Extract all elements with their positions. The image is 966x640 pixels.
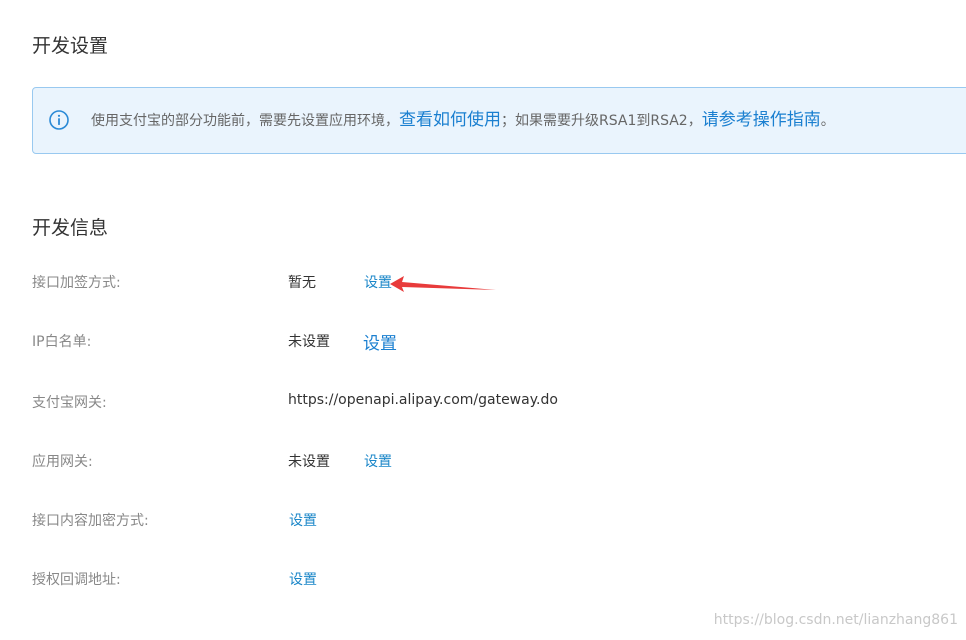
content-encrypt-set-link[interactable]: 设置 — [289, 510, 317, 530]
app-gateway-label: 应用网关: — [32, 454, 93, 470]
operation-guide-link[interactable]: 请参考操作指南 — [702, 110, 821, 130]
app-gateway-value: 未设置 — [288, 454, 330, 470]
content-encrypt-label: 接口内容加密方式: — [32, 513, 149, 529]
sign-method-value: 暂无 — [288, 275, 316, 291]
ip-whitelist-set-link[interactable]: 设置 — [363, 329, 397, 354]
how-to-use-link[interactable]: 查看如何使用 — [399, 110, 501, 130]
red-arrow-annotation — [390, 276, 496, 292]
notice-text-end: 。 — [820, 113, 835, 129]
auth-callback-set-link[interactable]: 设置 — [289, 569, 317, 589]
ip-whitelist-value: 未设置 — [288, 334, 330, 350]
dev-info-title: 开发信息 — [32, 217, 109, 239]
auth-callback-label: 授权回调地址: — [32, 572, 121, 588]
alipay-gateway-label: 支付宝网关: — [32, 395, 107, 411]
app-gateway-set-link[interactable]: 设置 — [364, 451, 392, 471]
sign-method-label: 接口加签方式: — [32, 275, 121, 291]
notice-message: 使用支付宝的部分功能前，需要先设置应用环境，查看如何使用；如果需要升级RSA1到… — [91, 88, 835, 153]
info-notice: 使用支付宝的部分功能前，需要先设置应用环境，查看如何使用；如果需要升级RSA1到… — [32, 87, 966, 154]
notice-text-middle: ；如果需要升级RSA1到RSA2， — [501, 113, 702, 129]
watermark: https://blog.csdn.net/lianzhang861 — [713, 612, 958, 628]
info-circle-icon — [49, 110, 69, 130]
notice-text-before: 使用支付宝的部分功能前，需要先设置应用环境， — [91, 113, 399, 129]
ip-whitelist-label: IP白名单: — [32, 334, 92, 350]
alipay-gateway-value: https://openapi.alipay.com/gateway.do — [288, 392, 558, 408]
dev-settings-title: 开发设置 — [32, 35, 109, 57]
